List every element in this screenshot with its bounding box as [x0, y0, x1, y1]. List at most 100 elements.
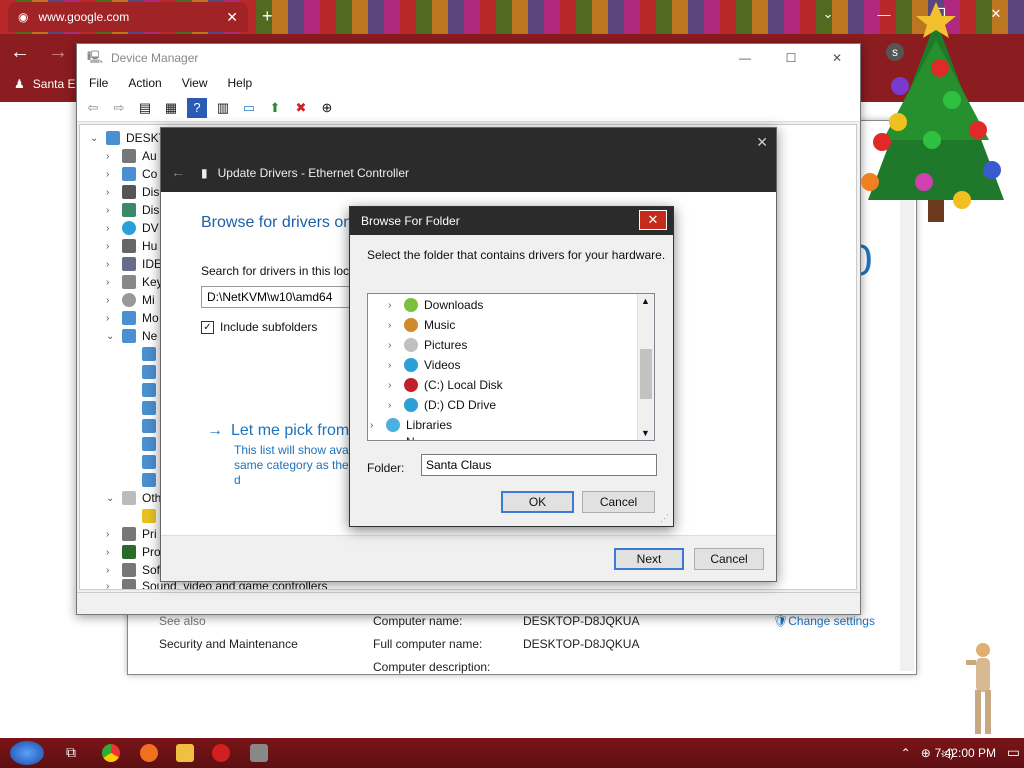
firefox-icon[interactable]: [140, 744, 158, 762]
let-me-pick-link[interactable]: → Let me pick from: [207, 422, 349, 440]
monitor-icon[interactable]: ▭: [239, 98, 259, 118]
ok-button[interactable]: OK: [501, 491, 574, 513]
scroll-thumb[interactable]: [640, 349, 652, 399]
forward-arrow-icon[interactable]: ⇨: [109, 98, 129, 118]
new-tab-button[interactable]: +: [262, 6, 273, 27]
network-adapter-icon[interactable]: [142, 435, 156, 453]
bookmark-santa[interactable]: Santa E: [33, 77, 76, 91]
task-view-icon[interactable]: ⧉: [62, 744, 80, 762]
ornament: [931, 59, 949, 77]
list-icon[interactable]: ▦: [161, 98, 181, 118]
tree-item[interactable]: › Co: [106, 165, 157, 183]
security-maintenance-link[interactable]: Security and Maintenance: [159, 637, 298, 651]
downloads-icon: [404, 298, 418, 312]
network-adapter-icon[interactable]: [142, 345, 156, 363]
chrome-icon[interactable]: [102, 744, 120, 762]
network-adapter-icon: [142, 419, 156, 433]
ornament: [983, 161, 1001, 179]
device-icon: ▮: [201, 166, 208, 180]
warning-device-icon[interactable]: [142, 507, 156, 525]
clock[interactable]: 7:42:00 PM: [935, 746, 996, 760]
back-arrow-icon[interactable]: ←: [171, 164, 185, 180]
network-adapter-icon: [142, 455, 156, 469]
ornament: [953, 191, 971, 209]
menu-action[interactable]: Action: [128, 76, 161, 90]
uninstall-icon[interactable]: ✖: [291, 98, 311, 118]
file-explorer-icon[interactable]: [176, 744, 194, 762]
taskbar: ⧉ ⌃ ⊕ ◁) 7:42:00 PM ▭: [0, 738, 1024, 768]
tree-item[interactable]: › DV: [106, 219, 159, 237]
scroll-down-icon[interactable]: ▼: [641, 428, 650, 438]
folder-item-downloads[interactable]: › Downloads: [388, 295, 483, 315]
display-icon: [122, 203, 136, 217]
back-arrow-icon[interactable]: ←: [10, 41, 30, 64]
ide-icon: [122, 257, 136, 271]
download-icon[interactable]: ⊕: [317, 98, 337, 118]
tree-item[interactable]: › Dis: [106, 201, 159, 219]
notifications-icon[interactable]: ▭: [1007, 744, 1020, 761]
checkbox-checked-icon[interactable]: ✓: [201, 320, 214, 334]
chevron-up-icon[interactable]: ⌃: [901, 746, 911, 760]
tree-item[interactable]: › Au: [106, 147, 157, 165]
tree-item[interactable]: › Key: [106, 273, 163, 291]
include-subfolders-label: Include subfolders: [220, 320, 318, 334]
network-adapter-icon[interactable]: [142, 381, 156, 399]
close-icon[interactable]: ✕: [639, 210, 667, 230]
back-arrow-icon[interactable]: ⇦: [83, 98, 103, 118]
pick-description: This list will show avai same category a…: [234, 443, 354, 488]
change-settings-link[interactable]: 🛡Change settings: [773, 614, 875, 628]
forward-arrow-icon[interactable]: →: [48, 41, 68, 64]
tree-item[interactable]: › IDE: [106, 255, 162, 273]
network-icon[interactable]: ⊕: [921, 746, 931, 760]
folder-item-pictures[interactable]: › Pictures: [388, 335, 467, 355]
update-drivers-footer: Next Cancel: [161, 535, 776, 581]
menu-file[interactable]: File: [89, 76, 108, 90]
tree-item[interactable]: ⌄ Oth: [106, 489, 161, 507]
start-button[interactable]: [10, 741, 44, 765]
folder-item-music[interactable]: › Music: [388, 315, 455, 335]
cancel-button[interactable]: Cancel: [694, 548, 764, 570]
cancel-button[interactable]: Cancel: [582, 491, 655, 513]
scroll-up-icon[interactable]: ▲: [641, 296, 650, 306]
menu-view[interactable]: View: [182, 76, 208, 90]
network-adapter-icon[interactable]: [142, 471, 156, 489]
libraries-icon: [386, 418, 400, 432]
folder-input[interactable]: [421, 454, 657, 476]
minimize-icon[interactable]: —: [722, 44, 768, 72]
device-manager-taskbar-icon[interactable]: [250, 744, 268, 762]
maximize-icon[interactable]: ☐: [768, 44, 814, 72]
app-icon[interactable]: [212, 744, 230, 762]
view-icon[interactable]: ▥: [213, 98, 233, 118]
tree-item[interactable]: › Pro: [106, 543, 161, 561]
network-adapter-icon[interactable]: [142, 363, 156, 381]
include-subfolders-checkbox[interactable]: ✓ Include subfolders: [201, 320, 317, 334]
network-adapter-icon[interactable]: [142, 453, 156, 471]
network-adapter-icon[interactable]: [142, 417, 156, 435]
menu-help[interactable]: Help: [228, 76, 253, 90]
browser-tab[interactable]: ◉ www.google.com ✕: [8, 2, 248, 32]
close-icon[interactable]: ✕: [756, 134, 768, 151]
tree-item[interactable]: › Hu: [106, 237, 157, 255]
ornament: [891, 77, 909, 95]
printer-icon: [122, 527, 136, 541]
network-adapter-icon[interactable]: [142, 399, 156, 417]
resize-grip-icon[interactable]: ⋰: [660, 513, 669, 524]
tree-item[interactable]: › Dis: [106, 183, 159, 201]
folder-label: Libraries: [406, 418, 453, 432]
folder-item-partial[interactable]: N: [406, 432, 415, 440]
update-driver-icon[interactable]: ⬆: [265, 98, 285, 118]
properties-icon[interactable]: ▤: [135, 98, 155, 118]
tree-item[interactable]: ⌄ Ne: [106, 327, 157, 345]
tab-close-icon[interactable]: ✕: [226, 9, 238, 26]
tree-item[interactable]: › Pri: [106, 525, 157, 543]
computer-name-value: DESKTOP-D8JQKUA: [523, 614, 640, 628]
tree-item[interactable]: › Mi: [106, 291, 155, 309]
folder-item-local-disk[interactable]: › (C:) Local Disk: [388, 375, 503, 395]
folder-tree-scrollbar[interactable]: ▲ ▼: [637, 294, 654, 440]
tree-item-label: Sof: [142, 563, 161, 577]
help-icon[interactable]: ?: [187, 97, 207, 118]
folder-item-videos[interactable]: › Videos: [388, 355, 460, 375]
tree-item[interactable]: › Mo: [106, 309, 159, 327]
next-button[interactable]: Next: [614, 548, 684, 570]
folder-item-cd-drive[interactable]: › (D:) CD Drive: [388, 395, 496, 415]
